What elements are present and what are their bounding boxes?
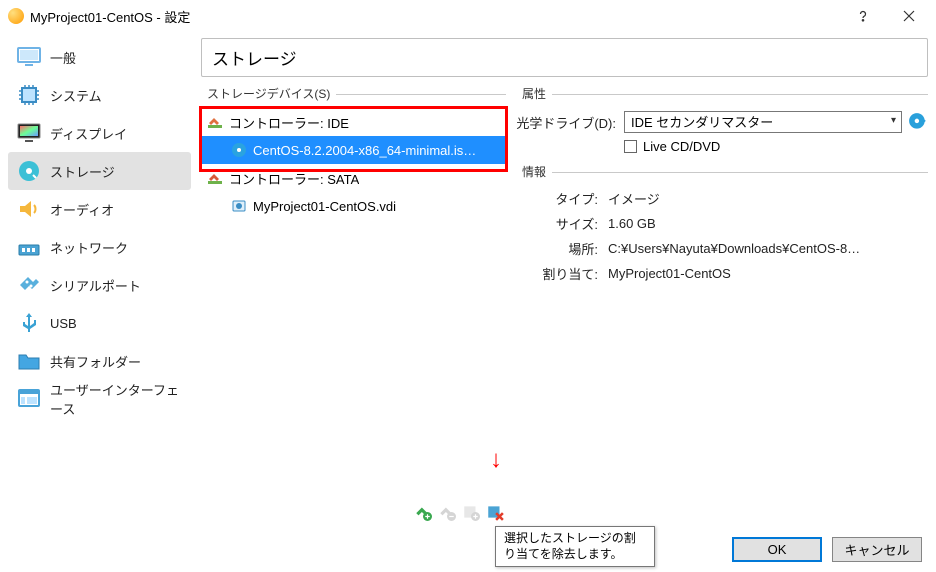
choose-disk-button[interactable]	[908, 112, 928, 132]
info-location-value: C:¥Users¥Nayuta¥Downloads¥CentOS-8…	[608, 241, 860, 256]
info-type-label: タイプ:	[516, 189, 598, 208]
sidebar-label: オーディオ	[50, 200, 114, 219]
info-location-label: 場所:	[516, 239, 598, 258]
controller-icon	[207, 170, 223, 186]
disk-icon	[16, 158, 42, 184]
sidebar-item-system[interactable]: システム	[8, 76, 191, 114]
add-attachment-button[interactable]	[462, 503, 480, 521]
folder-icon	[16, 348, 42, 374]
group-info-label: 情報	[516, 163, 546, 180]
sidebar-label: 共有フォルダー	[50, 352, 141, 371]
ok-button[interactable]: OK	[732, 537, 822, 562]
sidebar: 一般 システム ディスプレイ ストレージ オーディオ ネットワーク シリアルポー…	[8, 38, 191, 524]
remove-controller-button[interactable]	[438, 503, 456, 521]
usb-icon	[16, 310, 42, 336]
info-assign-value: MyProject01-CentOS	[608, 266, 731, 281]
sidebar-label: ストレージ	[50, 162, 115, 181]
sidebar-item-usb[interactable]: USB	[8, 304, 191, 342]
sidebar-item-storage[interactable]: ストレージ	[8, 152, 191, 190]
tooltip: 選択したストレージの割り当てを除去します。	[495, 526, 655, 567]
panel-title: ストレージ	[201, 38, 928, 77]
tree-item-vdi[interactable]: MyProject01-CentOS.vdi	[201, 192, 506, 220]
group-attrs-label: 属性	[516, 85, 546, 102]
hdd-icon	[231, 198, 247, 214]
monitor-icon	[16, 44, 42, 70]
sidebar-label: USB	[50, 316, 77, 331]
tree-label: コントローラー: SATA	[229, 169, 359, 188]
sidebar-item-shared-folders[interactable]: 共有フォルダー	[8, 342, 191, 380]
down-arrow-annotation: ↓	[490, 446, 502, 474]
sidebar-item-audio[interactable]: オーディオ	[8, 190, 191, 228]
window-title: MyProject01-CentOS - 設定	[30, 7, 840, 26]
tree-label: MyProject01-CentOS.vdi	[253, 199, 396, 214]
sidebar-label: ディスプレイ	[50, 124, 127, 143]
tree-item-iso[interactable]: CentOS-8.2.2004-x86_64-minimal.is…	[201, 136, 506, 164]
sidebar-item-general[interactable]: 一般	[8, 38, 191, 76]
sidebar-label: 一般	[50, 48, 76, 67]
tree-controller-sata[interactable]: コントローラー: SATA	[201, 164, 506, 192]
cd-icon	[231, 142, 247, 158]
cancel-button[interactable]: キャンセル	[832, 537, 922, 562]
speaker-icon	[16, 196, 42, 222]
ui-icon	[16, 386, 42, 412]
tree-label: コントローラー: IDE	[229, 113, 349, 132]
sidebar-item-network[interactable]: ネットワーク	[8, 228, 191, 266]
info-size-label: サイズ:	[516, 214, 598, 233]
info-type-value: イメージ	[608, 189, 660, 208]
help-button[interactable]	[840, 0, 886, 32]
remove-attachment-button[interactable]	[486, 503, 504, 521]
display-icon	[16, 120, 42, 146]
optical-drive-select[interactable]: IDE セカンダリマスター	[624, 111, 902, 133]
sidebar-item-serial[interactable]: シリアルポート	[8, 266, 191, 304]
optical-drive-label: 光学ドライブ(D):	[516, 113, 616, 132]
info-size-value: 1.60 GB	[608, 216, 656, 231]
sidebar-item-display[interactable]: ディスプレイ	[8, 114, 191, 152]
chip-icon	[16, 82, 42, 108]
close-button[interactable]	[886, 0, 932, 32]
group-devices-label: ストレージデバイス(S)	[201, 85, 330, 102]
add-controller-button[interactable]	[414, 503, 432, 521]
network-icon	[16, 234, 42, 260]
sidebar-label: シリアルポート	[50, 276, 141, 295]
tree-label: CentOS-8.2.2004-x86_64-minimal.is…	[253, 143, 476, 158]
sidebar-item-ui[interactable]: ユーザーインターフェース	[8, 380, 191, 418]
sidebar-label: ユーザーインターフェース	[50, 380, 183, 418]
sidebar-label: システム	[50, 86, 102, 105]
live-cd-checkbox[interactable]	[624, 140, 637, 153]
plug-icon	[16, 272, 42, 298]
live-cd-label: Live CD/DVD	[643, 139, 720, 154]
tree-controller-ide[interactable]: コントローラー: IDE	[201, 108, 506, 136]
info-assign-label: 割り当て:	[516, 264, 598, 283]
storage-tree[interactable]: コントローラー: IDE CentOS-8.2.2004-x86_64-mini…	[201, 108, 506, 496]
sidebar-label: ネットワーク	[50, 238, 128, 257]
select-value: IDE セカンダリマスター	[631, 115, 773, 130]
controller-icon	[207, 114, 223, 130]
app-icon	[8, 8, 24, 24]
